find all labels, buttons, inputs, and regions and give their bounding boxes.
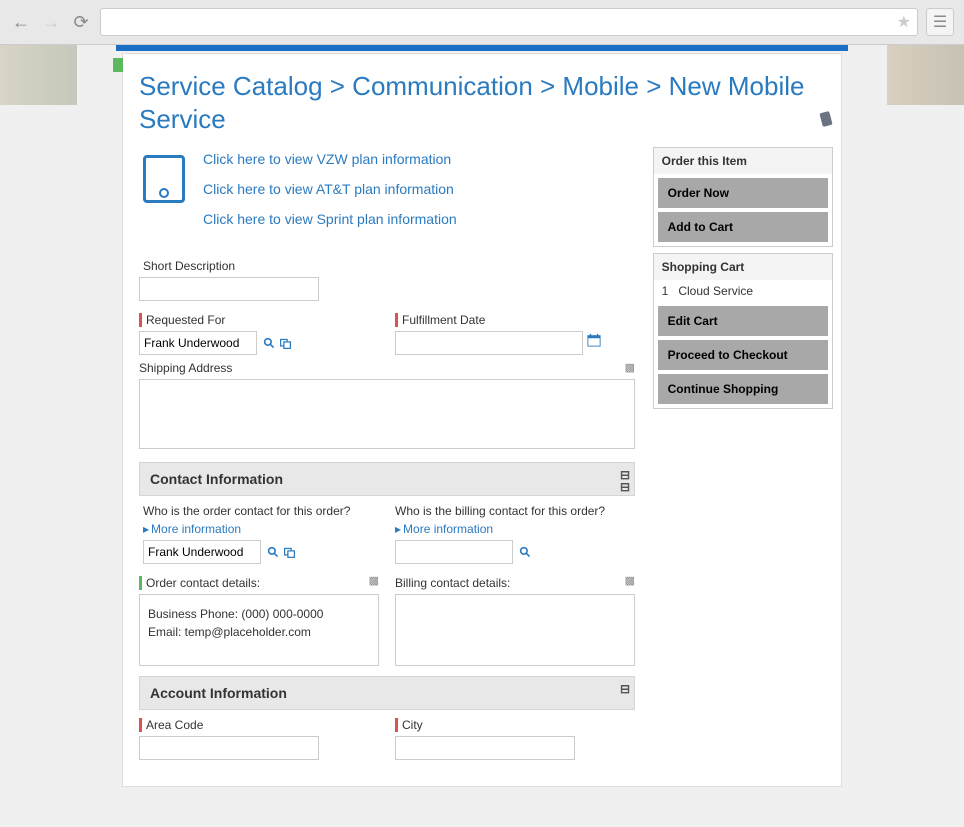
- lookup-icon[interactable]: [519, 546, 533, 560]
- shopping-cart-head: Shopping Cart: [654, 254, 832, 280]
- expand-textarea-icon[interactable]: ▩: [369, 574, 379, 587]
- vzw-plan-link[interactable]: Click here to view VZW plan information: [203, 151, 457, 167]
- cart-item-name: Cloud Service: [678, 284, 753, 298]
- edit-cart-button[interactable]: Edit Cart: [658, 306, 828, 336]
- account-info-title: Account Information: [150, 685, 287, 701]
- reload-button[interactable]: ⟳: [70, 11, 92, 33]
- proceed-checkout-button[interactable]: Proceed to Checkout: [658, 340, 828, 370]
- short-desc-input[interactable]: [139, 277, 319, 301]
- tablet-icon: [143, 155, 185, 203]
- bookmark-star-icon[interactable]: ★: [897, 12, 911, 32]
- lookup-icon[interactable]: [263, 337, 277, 351]
- continue-shopping-button[interactable]: Continue Shopping: [658, 374, 828, 404]
- area-code-input[interactable]: [139, 736, 319, 760]
- shipping-address-textarea[interactable]: [139, 379, 635, 449]
- shopping-cart-card: Shopping Cart 1 Cloud Service Edit Cart …: [653, 253, 833, 409]
- order-item-head: Order this Item: [654, 148, 832, 174]
- hamburger-menu-button[interactable]: ☰: [926, 8, 954, 36]
- url-bar[interactable]: ★: [100, 8, 918, 36]
- reference-icon[interactable]: [283, 546, 297, 560]
- billing-contact-details-label: Billing contact details:: [395, 576, 635, 590]
- contact-info-title: Contact Information: [150, 471, 283, 487]
- expand-textarea-icon[interactable]: ▩: [625, 361, 635, 374]
- more-info-text: More information: [151, 522, 241, 536]
- billing-more-info-link[interactable]: ▸More information: [395, 522, 631, 536]
- requested-for-input[interactable]: [139, 331, 257, 355]
- section-collapse-icon[interactable]: ⊟: [620, 683, 630, 695]
- order-contact-details-box: Business Phone: (000) 000-0000 Email: te…: [139, 594, 379, 666]
- back-tab-icon[interactable]: [113, 58, 123, 72]
- catalog-form-page: Service Catalog > Communication > Mobile…: [122, 53, 842, 787]
- requested-for-label: Requested For: [139, 313, 379, 327]
- add-to-cart-button[interactable]: Add to Cart: [658, 212, 828, 242]
- order-details-email: Email: temp@placeholder.com: [148, 623, 370, 641]
- breadcrumb[interactable]: Service Catalog > Communication > Mobile…: [123, 66, 841, 147]
- shipping-address-label: Shipping Address: [139, 361, 635, 375]
- more-info-text: More information: [403, 522, 493, 536]
- billing-contact-input[interactable]: [395, 540, 513, 564]
- contact-info-header: Contact Information ⊟⊟: [139, 462, 635, 496]
- order-contact-details-label: Order contact details:: [139, 576, 379, 590]
- app-blue-bar: [116, 45, 849, 51]
- cart-line-item: 1 Cloud Service: [654, 280, 832, 302]
- billing-contact-details-box: [395, 594, 635, 666]
- section-collapse-icon[interactable]: ⊟⊟: [620, 469, 630, 493]
- order-item-card: Order this Item Order Now Add to Cart: [653, 147, 833, 247]
- area-code-label: Area Code: [139, 718, 379, 732]
- expand-textarea-icon[interactable]: ▩: [625, 574, 635, 587]
- att-plan-link[interactable]: Click here to view AT&T plan information: [203, 181, 457, 197]
- order-now-button[interactable]: Order Now: [658, 178, 828, 208]
- city-input[interactable]: [395, 736, 575, 760]
- short-desc-label: Short Description: [139, 259, 635, 273]
- order-details-phone: Business Phone: (000) 000-0000: [148, 605, 370, 623]
- browser-toolbar: ← → ⟳ ★ ☰: [0, 0, 964, 45]
- city-label: City: [395, 718, 635, 732]
- reference-icon[interactable]: [279, 337, 293, 351]
- sprint-plan-link[interactable]: Click here to view Sprint plan informati…: [203, 211, 457, 227]
- fulfillment-date-label: Fulfillment Date: [395, 313, 635, 327]
- back-button[interactable]: ←: [10, 11, 32, 33]
- fulfillment-date-input[interactable]: [395, 331, 583, 355]
- order-contact-input[interactable]: [143, 540, 261, 564]
- order-contact-question: Who is the order contact for this order?: [143, 504, 379, 518]
- order-more-info-link[interactable]: ▸More information: [143, 522, 379, 536]
- forward-button[interactable]: →: [40, 11, 62, 33]
- cart-qty: 1: [662, 284, 669, 298]
- billing-contact-question: Who is the billing contact for this orde…: [395, 504, 631, 518]
- calendar-icon[interactable]: [587, 333, 601, 347]
- account-info-header: Account Information ⊟: [139, 676, 635, 710]
- lookup-icon[interactable]: [267, 546, 281, 560]
